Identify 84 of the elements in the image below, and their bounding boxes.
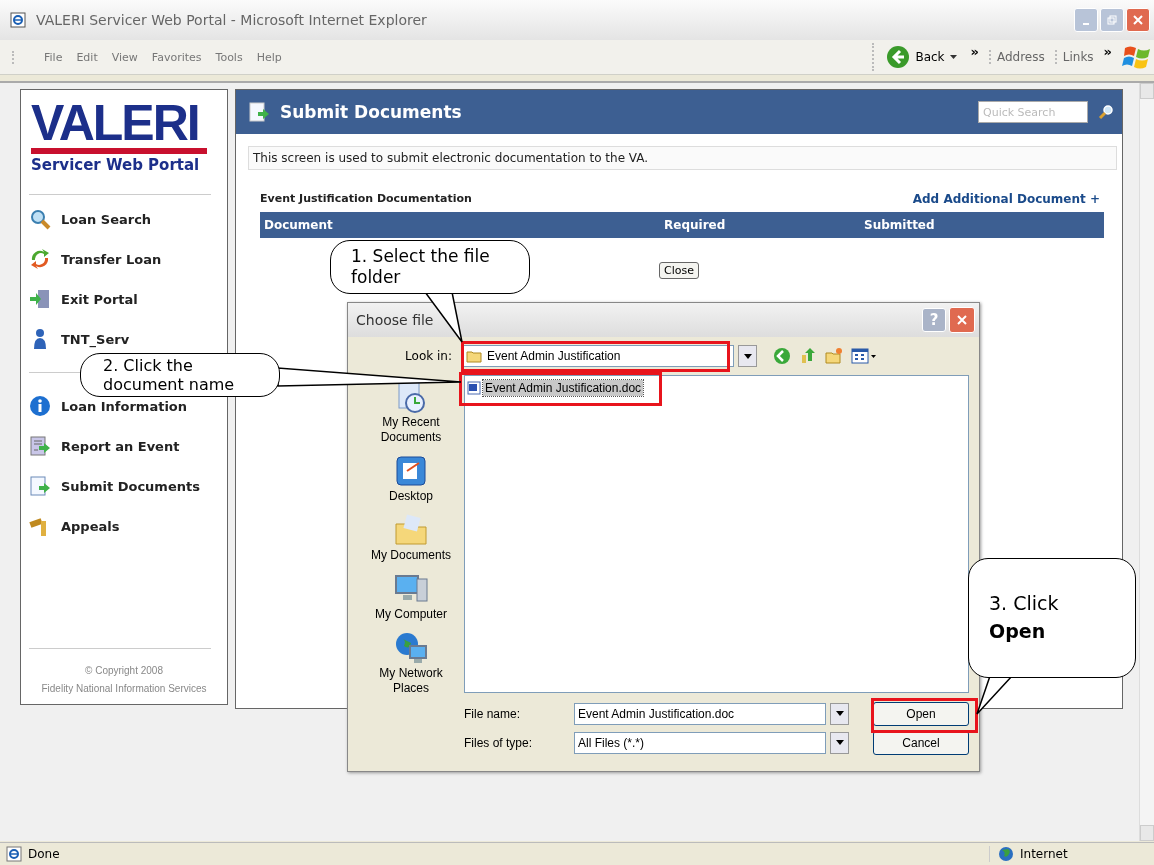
column-header: Document xyxy=(264,218,333,232)
menu-item[interactable]: Tools xyxy=(215,50,243,64)
look-in-dropdown[interactable]: Event Admin Justification xyxy=(462,345,734,367)
search-icon[interactable] xyxy=(1098,104,1114,120)
copyright-text: Fidelity National Information Services xyxy=(40,682,208,696)
network-icon[interactable] xyxy=(393,630,429,666)
zone-text: Internet xyxy=(1020,847,1068,861)
close-icon xyxy=(1133,15,1143,25)
menu-item[interactable]: View xyxy=(111,50,138,64)
place-label[interactable]: Desktop xyxy=(389,489,433,504)
page-icon xyxy=(6,846,22,862)
back-button[interactable]: Back xyxy=(872,43,961,71)
document-list-item[interactable]: Event Admin Justification.doc xyxy=(483,380,644,396)
more-button[interactable]: » xyxy=(970,44,979,59)
place-label[interactable]: My Computer xyxy=(375,607,447,622)
column-header: Required xyxy=(664,218,726,232)
window-title: VALERI Servicer Web Portal - Microsoft Internet Explorer xyxy=(36,12,427,28)
column-header: Submitted xyxy=(864,218,935,232)
sidebar-link[interactable]: Transfer Loan xyxy=(61,251,162,267)
minimize-button[interactable] xyxy=(1074,8,1098,32)
place-label[interactable]: My Network Places xyxy=(361,666,461,696)
menu-item[interactable]: Favorites xyxy=(151,50,202,64)
new-folder-icon[interactable] xyxy=(825,347,843,365)
dropdown-arrow-button[interactable] xyxy=(830,731,849,754)
caret-icon xyxy=(835,711,844,716)
callout-bubble: 2. Click the document name xyxy=(80,353,280,397)
sidebar-link[interactable]: Appeals xyxy=(61,518,120,534)
callout-bubble: 3. Click Open xyxy=(968,558,1136,678)
browser-icon xyxy=(10,12,26,28)
status-text: Done xyxy=(28,847,60,861)
document-arrow-icon xyxy=(248,101,270,123)
sidebar-link[interactable]: Exit Portal xyxy=(61,291,138,307)
portal-subtitle: Servicer Web Portal xyxy=(31,156,200,174)
caret-icon xyxy=(743,353,752,359)
close-button[interactable] xyxy=(1126,8,1150,32)
dropdown-arrow-button[interactable] xyxy=(738,345,757,367)
copyright-text: © Copyright 2008 xyxy=(84,664,164,678)
section-label: Event Justification Documentation xyxy=(260,192,472,206)
description-text: This screen is used to submit electronic documentation to the VA. xyxy=(248,146,1117,170)
sidebar-link[interactable]: Report an Event xyxy=(61,438,180,454)
transfer-icon[interactable] xyxy=(29,248,51,270)
menu-item[interactable]: Edit xyxy=(76,50,98,64)
caret-icon xyxy=(949,54,957,60)
restore-icon xyxy=(1107,15,1117,25)
info-icon[interactable] xyxy=(29,395,51,417)
page-title: Submit Documents xyxy=(280,102,462,122)
minimize-icon xyxy=(1083,23,1089,25)
desktop-icon[interactable] xyxy=(393,453,429,489)
links-label[interactable]: Links xyxy=(1054,50,1094,64)
close-button[interactable]: Close xyxy=(659,262,699,279)
look-in-label: Look in: xyxy=(404,349,453,363)
view-menu-icon[interactable] xyxy=(851,347,877,365)
sidebar-link[interactable]: Loan Search xyxy=(61,211,152,227)
sidebar-link[interactable]: TNT_Serv xyxy=(61,331,130,347)
folder-icon xyxy=(466,349,482,363)
place-label[interactable]: My Documents xyxy=(371,548,451,563)
dialog-title: Choose file xyxy=(356,312,434,328)
restore-button[interactable] xyxy=(1100,8,1124,32)
sidebar-link[interactable]: Submit Documents xyxy=(61,478,200,494)
file-type-label: Files of type: xyxy=(464,735,534,750)
close-icon xyxy=(957,315,967,325)
menu-item[interactable]: Help xyxy=(256,50,282,64)
up-folder-icon[interactable] xyxy=(799,347,817,365)
file-type-dropdown[interactable]: All Files (*.*) xyxy=(574,731,826,754)
file-name-field[interactable]: Event Admin Justification.doc xyxy=(574,702,826,725)
search-icon[interactable] xyxy=(29,208,51,230)
word-document-icon[interactable] xyxy=(467,381,481,395)
menu-item[interactable]: File xyxy=(44,50,63,64)
valeri-logo: VALERI xyxy=(31,100,199,146)
dropdown-arrow-button[interactable] xyxy=(830,702,849,725)
open-button[interactable]: Open xyxy=(873,701,969,726)
close-button[interactable] xyxy=(949,307,975,333)
globe-icon xyxy=(998,846,1014,862)
report-icon[interactable] xyxy=(29,435,51,457)
submit-icon[interactable] xyxy=(29,475,51,497)
caret-icon xyxy=(835,740,844,745)
add-document-link[interactable]: Add Additional Document + xyxy=(912,192,1100,206)
address-label[interactable]: Address xyxy=(988,50,1045,64)
place-label[interactable]: My Recent Documents xyxy=(361,415,461,445)
file-name-label: File name: xyxy=(464,706,522,721)
more-button[interactable]: » xyxy=(1103,44,1112,59)
quick-search-field[interactable]: Quick Search xyxy=(978,101,1088,123)
exit-icon[interactable] xyxy=(29,288,51,310)
sidebar-link[interactable]: Loan Information xyxy=(61,398,188,414)
